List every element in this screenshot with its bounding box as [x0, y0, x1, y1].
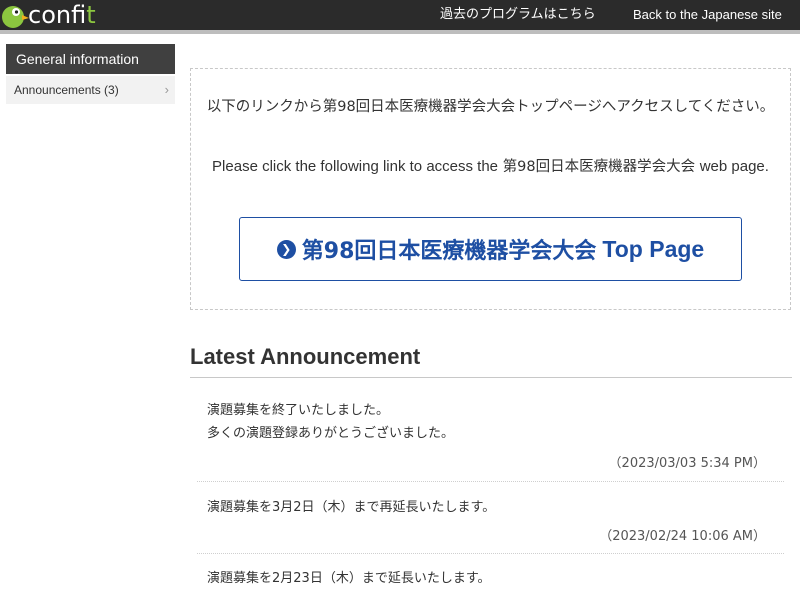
title-divider	[190, 377, 792, 378]
circle-arrow-right-icon: ❯	[276, 239, 296, 259]
chevron-right-icon: ›	[164, 82, 169, 97]
top-page-button-name: 第98回日本医療機器学会大会	[301, 239, 597, 264]
link-instruction-en: Please click the following link to acces…	[212, 158, 769, 175]
announcement-item: 演題募集を2月23日（木）まで延長いたします。	[197, 567, 784, 597]
duck-logo-icon	[2, 6, 29, 28]
announcement-line: 演題募集を2月23日（木）まで延長いたします。	[207, 571, 491, 586]
top-page-link-box: 以下のリンクから第98回日本医療機器学会大会トップページへアクセスしてください。…	[190, 68, 791, 310]
announcement-date: （2023/03/03 5:34 PM）	[608, 456, 766, 471]
sidebar-item-label: Announcements (3)	[14, 83, 119, 97]
latest-announcement-title: Latest Announcement	[190, 344, 421, 369]
header-underline	[0, 30, 800, 34]
past-program-link[interactable]: 過去のプログラムはこちら	[440, 0, 596, 30]
announcement-item: 演題募集を終了いたしました。 多くの演題登録ありがとうございました。 （2023…	[197, 399, 784, 483]
announcement-item: 演題募集を3月2日（木）まで再延長いたします。 （2023/02/24 10:0…	[197, 496, 784, 554]
announcement-divider	[197, 481, 784, 482]
sidebar-heading: General information	[6, 44, 175, 74]
top-page-button[interactable]: ❯ 第98回日本医療機器学会大会 Top Page	[239, 217, 742, 281]
announcement-line: 多くの演題登録ありがとうございました。	[207, 426, 455, 441]
logo-wordmark: confit	[28, 1, 96, 29]
link-instruction-jp: 以下のリンクから第98回日本医療機器学会大会トップページへアクセスしてください。	[206, 99, 775, 115]
back-to-japanese-site-link[interactable]: Back to the Japanese site	[633, 0, 782, 30]
announcement-line: 演題募集を終了いたしました。	[207, 403, 390, 418]
announcement-line: 演題募集を3月2日（木）まで再延長いたします。	[207, 500, 496, 515]
announcement-divider	[197, 553, 784, 554]
top-page-button-suffix: Top Page	[602, 235, 705, 262]
top-header: confit 過去のプログラムはこちら Back to the Japanese…	[0, 0, 800, 30]
sidebar-item-announcements[interactable]: Announcements (3) ›	[6, 76, 175, 104]
announcement-date: （2023/02/24 10:06 AM）	[599, 529, 766, 544]
